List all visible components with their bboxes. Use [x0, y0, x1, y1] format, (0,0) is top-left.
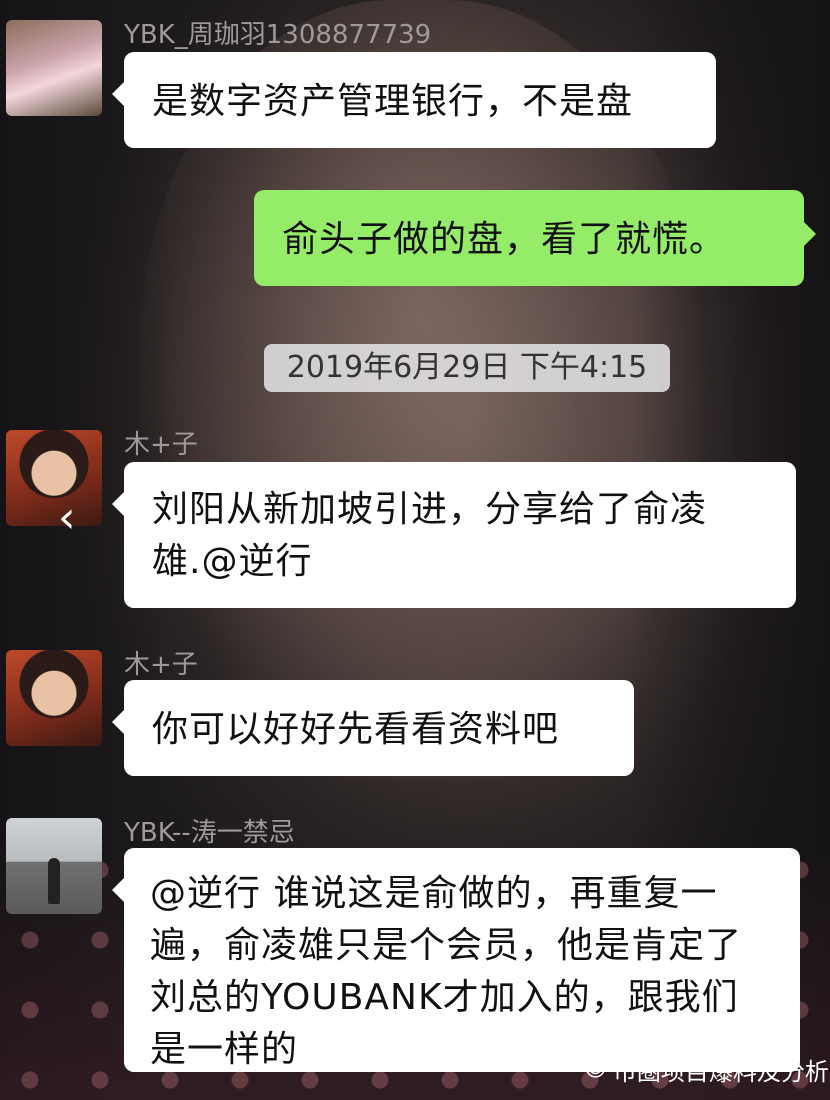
avatar[interactable] [6, 20, 102, 116]
message-text: 刘阳从新加坡引进，分享给了俞凌雄.@逆行 [152, 489, 708, 582]
avatar[interactable] [6, 818, 102, 914]
message-text: 是数字资产管理银行，不是盘 [152, 81, 634, 122]
avatar[interactable] [6, 430, 102, 526]
message-bubble-outgoing[interactable]: 俞头子做的盘，看了就慌。 [254, 190, 816, 286]
sender-name: YBK--涛一禁忌 [124, 818, 295, 848]
message-text: @逆行 谁说这是俞做的，再重复一遍，俞凌雄只是个会员，他是肯定了刘总的YOUBA… [150, 873, 743, 1070]
message-bubble[interactable]: 是数字资产管理银行，不是盘 [112, 52, 716, 148]
chevron-left-icon[interactable]: ‹ [58, 496, 86, 540]
message-bubble[interactable]: 刘阳从新加坡引进，分享给了俞凌雄.@逆行 [112, 462, 796, 608]
sender-name: 木+子 [124, 430, 198, 460]
wechat-icon: ☺ [584, 1057, 607, 1082]
watermark-text: 币圈项目爆料及分析 [612, 1058, 829, 1086]
message-text: 俞头子做的盘，看了就慌。 [282, 219, 727, 260]
timestamp: 2019年6月29日 下午4:15 [264, 344, 670, 392]
avatar[interactable] [6, 650, 102, 746]
sender-name: YBK_周珈羽1308877739 [124, 20, 432, 50]
sender-name: 木+子 [124, 650, 198, 680]
message-bubble[interactable]: @逆行 谁说这是俞做的，再重复一遍，俞凌雄只是个会员，他是肯定了刘总的YOUBA… [112, 848, 800, 1072]
message-bubble[interactable]: 你可以好好先看看资料吧 [112, 680, 634, 776]
watermark: ☺ 币圈项目爆料及分析 [584, 1052, 829, 1087]
message-text: 你可以好好先看看资料吧 [152, 709, 560, 750]
